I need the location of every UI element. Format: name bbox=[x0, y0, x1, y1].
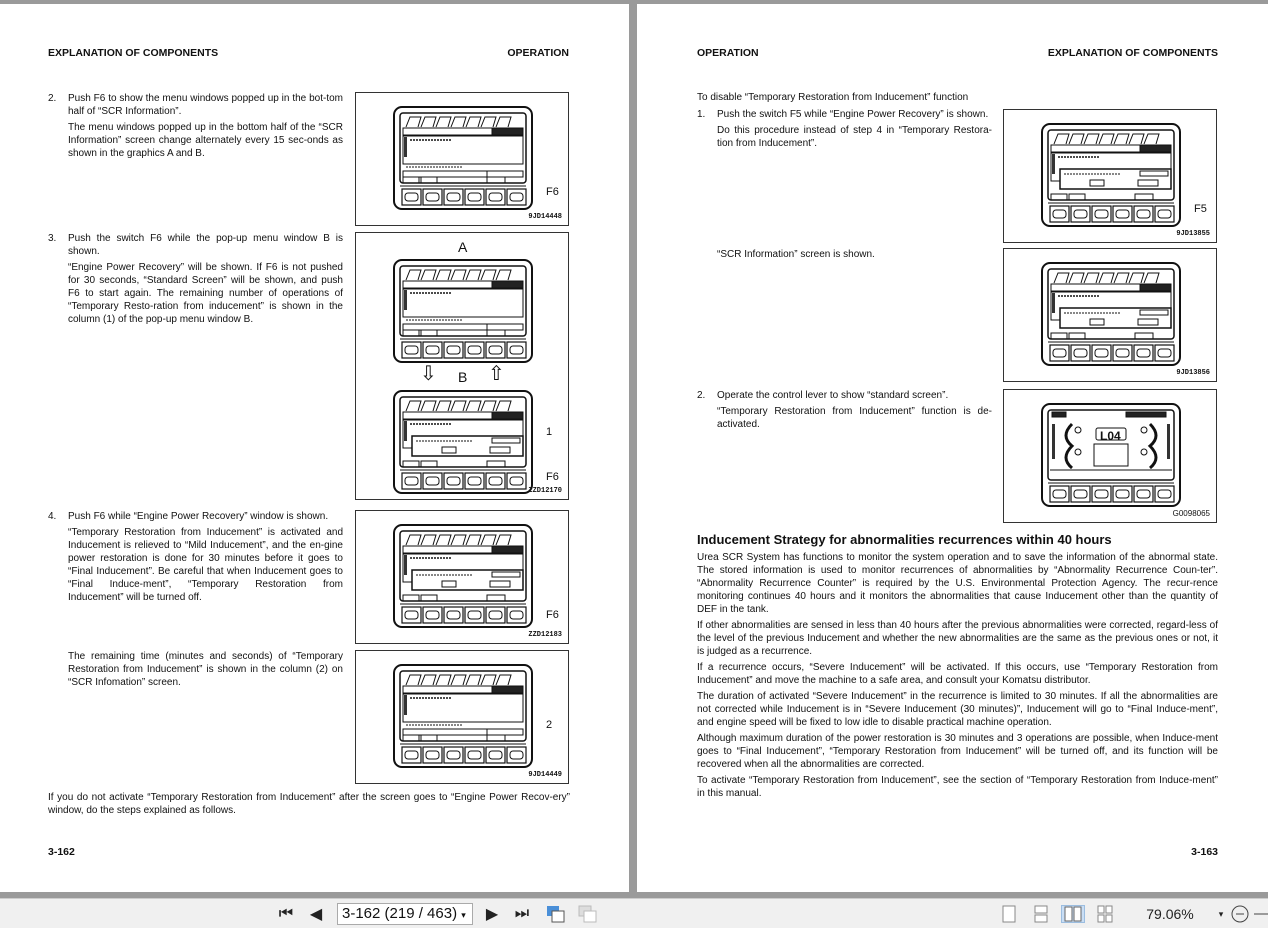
figure-monitor: F5 9JD13855 bbox=[1003, 109, 1217, 243]
running-header-left: OPERATION bbox=[697, 47, 759, 59]
step-text: Push F6 to show the menu windows popped … bbox=[68, 92, 343, 163]
figure-monitor: 2 9JD14449 bbox=[355, 650, 569, 784]
figure-id: ZZD12183 bbox=[528, 631, 562, 639]
paragraph: Operate the control lever to show “stand… bbox=[717, 390, 949, 401]
paragraph: Push F6 to show the menu windows popped … bbox=[68, 93, 343, 117]
paragraph: The menu windows popped up in the bottom… bbox=[68, 122, 343, 159]
zoom-level[interactable]: 79.06% bbox=[1140, 905, 1200, 923]
monitor-illustration bbox=[392, 663, 534, 774]
paragraph: Push the switch F6 while the pop-up menu… bbox=[68, 233, 343, 257]
monitor-illustration bbox=[1040, 122, 1182, 233]
paragraph: To activate “Temporary Restoration from … bbox=[697, 775, 1218, 799]
page-display: 3-162 (219 / 463) bbox=[342, 905, 458, 922]
step-text: Push F6 while “Engine Power Recovery” wi… bbox=[68, 510, 343, 607]
step-number: 4. bbox=[48, 511, 57, 522]
monitor-illustration bbox=[392, 389, 534, 500]
paragraph: Push F6 while “Engine Power Recovery” wi… bbox=[68, 511, 329, 522]
paragraph: The duration of activated “Severe Induce… bbox=[697, 691, 1218, 728]
monitor-illustration bbox=[392, 105, 534, 216]
first-page-button[interactable]: ⏮ bbox=[276, 905, 296, 923]
step-number: 1. bbox=[697, 109, 706, 120]
running-header-left: EXPLANATION OF COMPONENTS bbox=[48, 47, 219, 59]
label-b: B bbox=[458, 369, 468, 385]
monitor-illustration bbox=[392, 523, 534, 634]
pdf-page-left: EXPLANATION OF COMPONENTS OPERATION 2. P… bbox=[0, 4, 629, 892]
callout-label: F6 bbox=[546, 609, 559, 621]
figure-id: 9JD13856 bbox=[1176, 369, 1210, 377]
figure-id: G0098065 bbox=[1172, 509, 1210, 518]
step-text: Operate the control lever to show “stand… bbox=[717, 389, 992, 434]
running-header-right: OPERATION bbox=[507, 47, 569, 59]
paragraph: If other abnormalities are sensed in les… bbox=[697, 620, 1218, 657]
step-number: 2. bbox=[697, 390, 706, 401]
label-a: A bbox=[458, 239, 468, 255]
figure-id: ZZD12170 bbox=[528, 487, 562, 495]
running-header-right: EXPLANATION OF COMPONENTS bbox=[1047, 47, 1218, 59]
callout-label: F5 bbox=[1194, 203, 1207, 215]
single-page-view-icon[interactable] bbox=[1000, 905, 1018, 923]
previous-page-button[interactable]: ◀ bbox=[306, 905, 326, 923]
arrow-down-icon: ⇩ bbox=[420, 363, 437, 385]
arrow-up-icon: ⇧ bbox=[488, 363, 505, 385]
pdf-toolbar: ⏮ ◀ 3-162 (219 / 463) ▾ ▶ ⏭ 79.06% ▾ bbox=[0, 898, 1268, 928]
intro-text: To disable “Temporary Restoration from I… bbox=[697, 92, 969, 103]
paragraph: If a recurrence occurs, “Severe Induceme… bbox=[697, 662, 1218, 686]
bottom-text: If you do not activate “Temporary Restor… bbox=[48, 792, 570, 816]
figure-id: 9JD14448 bbox=[528, 213, 562, 221]
figure-monitor-ab: A ⇩ B ⇧ 1 F6 ZZD12170 bbox=[355, 232, 569, 500]
next-page-button[interactable]: ▶ bbox=[482, 905, 502, 923]
paragraph: “Engine Power Recovery” will be shown. I… bbox=[68, 262, 343, 325]
section-title: Inducement Strategy for abnormalities re… bbox=[697, 532, 1112, 547]
callout-label: F6 bbox=[546, 186, 559, 198]
monitor-illustration bbox=[1040, 261, 1182, 372]
zoom-slider[interactable] bbox=[1254, 905, 1268, 923]
paragraph: Urea SCR System has functions to monitor… bbox=[697, 552, 1218, 615]
paragraph: “Temporary Restoration from Inducement” … bbox=[717, 406, 992, 430]
figure-monitor: 9JD13856 bbox=[1003, 248, 1217, 382]
step-number: 3. bbox=[48, 233, 57, 244]
step-text: Push the switch F6 while the pop-up menu… bbox=[68, 232, 343, 329]
callout-label: F6 bbox=[546, 471, 559, 483]
remaining-time-text: The remaining time (minutes and seconds)… bbox=[68, 651, 343, 688]
two-page-view-icon[interactable] bbox=[1061, 905, 1085, 923]
monitor-illustration bbox=[392, 258, 534, 369]
callout-label: 2 bbox=[546, 719, 553, 731]
screen-label: L04 bbox=[1100, 429, 1121, 443]
scr-shown-text: “SCR Information” screen is shown. bbox=[717, 249, 875, 260]
paragraph: Although maximum duration of the power r… bbox=[697, 733, 1218, 770]
two-page-continuous-view-icon[interactable] bbox=[1096, 905, 1114, 923]
figure-monitor: F6 9JD14448 bbox=[355, 92, 569, 226]
previous-view-icon[interactable] bbox=[545, 905, 567, 923]
continuous-view-icon[interactable] bbox=[1032, 905, 1050, 923]
page-number-input[interactable]: 3-162 (219 / 463) ▾ bbox=[337, 903, 473, 925]
figure-id: 9JD14449 bbox=[528, 771, 562, 779]
next-view-icon[interactable] bbox=[577, 905, 599, 923]
paragraph: “Temporary Restoration from Inducement” … bbox=[68, 527, 343, 603]
chevron-down-icon: ▾ bbox=[461, 910, 466, 920]
paragraph: Do this procedure instead of step 4 in “… bbox=[717, 125, 992, 149]
figure-monitor-standard: L04 G0098065 bbox=[1003, 389, 1217, 523]
callout-label: 1 bbox=[546, 426, 553, 438]
step-number: 2. bbox=[48, 93, 57, 104]
step-text: Push the switch F5 while “Engine Power R… bbox=[717, 108, 992, 153]
paragraph: Push the switch F5 while “Engine Power R… bbox=[717, 109, 989, 120]
pdf-page-right: OPERATION EXPLANATION OF COMPONENTS To d… bbox=[637, 4, 1268, 892]
zoom-out-button[interactable] bbox=[1230, 905, 1250, 923]
page-number: 3-163 bbox=[1191, 846, 1218, 858]
last-page-button[interactable]: ⏭ bbox=[512, 905, 532, 923]
monitor-illustration bbox=[1040, 402, 1182, 513]
figure-id: 9JD13855 bbox=[1176, 230, 1210, 238]
zoom-dropdown-icon[interactable]: ▾ bbox=[1216, 905, 1226, 923]
figure-monitor: F6 ZZD12183 bbox=[355, 510, 569, 644]
section-body: Urea SCR System has functions to monitor… bbox=[697, 551, 1218, 803]
page-number: 3-162 bbox=[48, 846, 75, 858]
